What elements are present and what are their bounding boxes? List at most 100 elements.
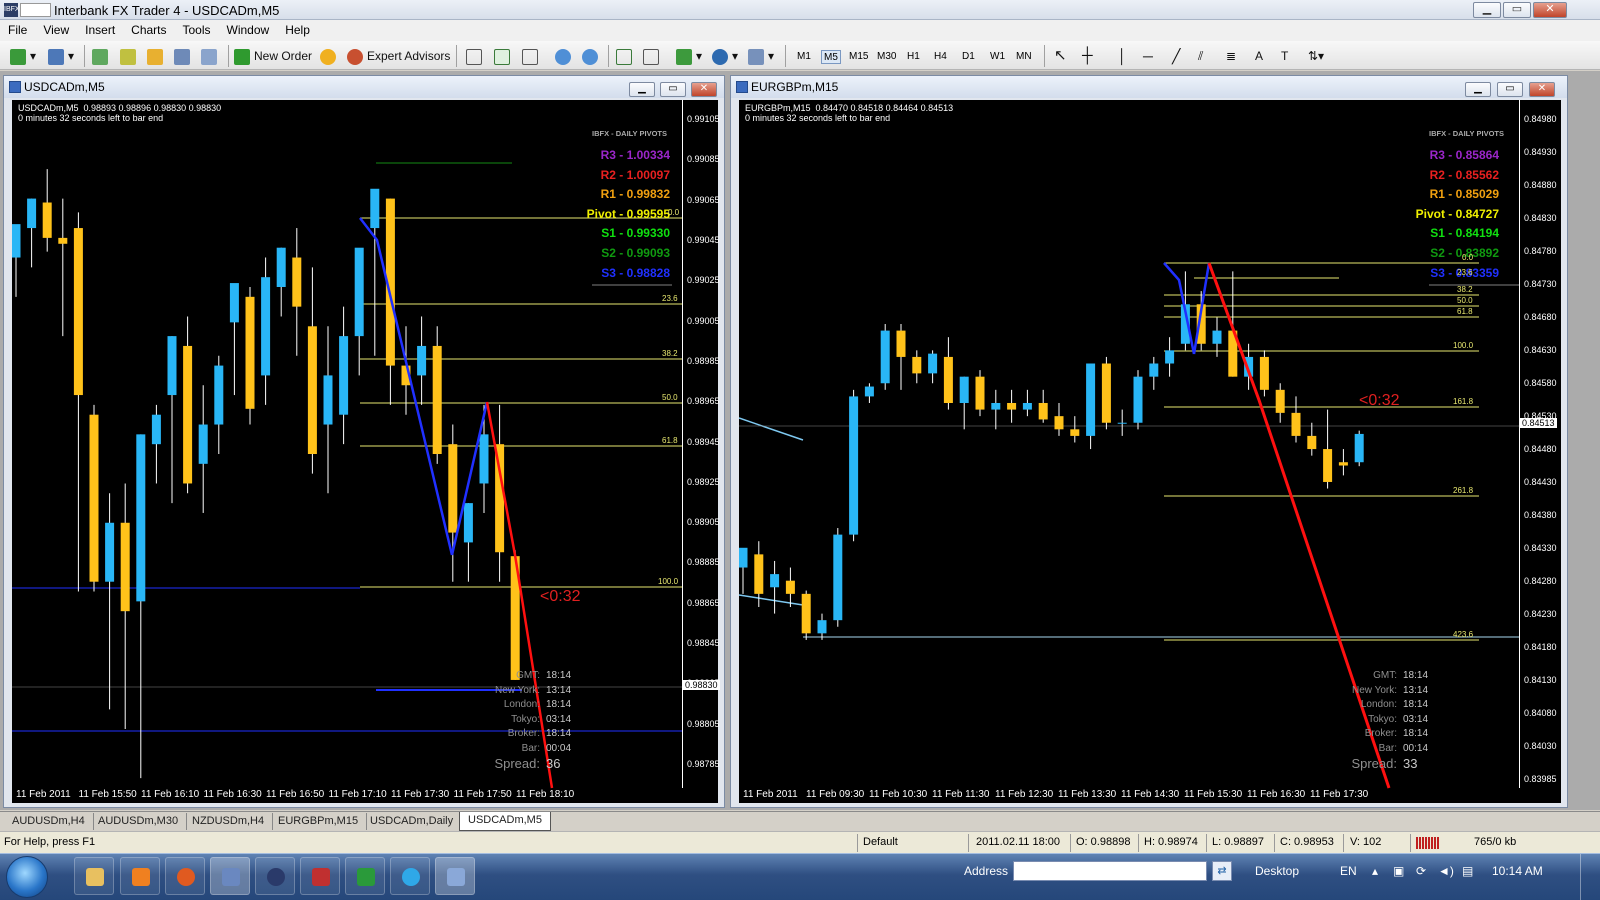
taskbar-explorer[interactable]	[74, 857, 114, 895]
fibonacci-tool[interactable]: ≣	[1226, 46, 1236, 66]
text-label-tool[interactable]: T	[1281, 46, 1288, 66]
timeframe-m1[interactable]: M1	[795, 50, 813, 64]
taskbar-skype[interactable]	[390, 857, 430, 895]
alert-button[interactable]	[320, 46, 340, 66]
timeframe-m15[interactable]: M15	[847, 50, 870, 64]
text-tool[interactable]: A	[1255, 46, 1263, 66]
menu-tools[interactable]: Tools	[175, 20, 219, 37]
price-tick-label: 0.98885	[687, 557, 720, 568]
navigator-button[interactable]	[120, 46, 140, 66]
chart-window-titlebar[interactable]: EURGBPm,M15 ▁ ▭ ✕	[731, 76, 1567, 98]
indicators-button[interactable]: ▾	[676, 46, 702, 66]
favorites-button[interactable]	[147, 46, 167, 66]
profiles-button[interactable]: ▾	[48, 46, 74, 66]
ohlc-line: USDCADm,M5 0.98893 0.98896 0.98830 0.988…	[18, 103, 222, 113]
timeframe-mn[interactable]: MN	[1014, 50, 1034, 64]
price-chart[interactable]: USDCADm,M5 0.98893 0.98896 0.98830 0.988…	[12, 100, 720, 803]
cursor-tool[interactable]: ↖	[1054, 46, 1067, 66]
clock-value: 03:14	[546, 713, 572, 725]
desktop-toolbar-label[interactable]: Desktop	[1255, 864, 1299, 878]
terminal-button[interactable]	[174, 46, 194, 66]
close-button[interactable]: ✕	[1533, 2, 1567, 18]
chart-minimize-button[interactable]: ▁	[1465, 82, 1491, 97]
chart-window-titlebar[interactable]: USDCADm,M5 ▁ ▭ ✕	[4, 76, 724, 98]
tray-expand-icon[interactable]: ▴	[1372, 864, 1378, 878]
price-tick-label: 0.84730	[1524, 279, 1557, 289]
trendline-tool[interactable]: ╱	[1172, 46, 1180, 66]
chart-maximize-button[interactable]: ▭	[1497, 82, 1523, 97]
taskbar-media-player[interactable]	[120, 857, 160, 895]
maximize-button[interactable]: ▭	[1503, 2, 1531, 18]
pivot-level-label: S2 - 0.83892	[1430, 245, 1499, 260]
language-indicator[interactable]: EN	[1340, 864, 1357, 878]
taskbar-firefox[interactable]	[165, 857, 205, 895]
tab-usdcad-m5[interactable]: USDCADm,M5	[459, 812, 551, 831]
periods-button[interactable]: ▾	[712, 46, 738, 66]
menu-window[interactable]: Window	[219, 20, 278, 37]
show-desktop-button[interactable]	[1580, 854, 1598, 900]
taskbar-app-wave[interactable]	[300, 857, 340, 895]
tray-sync-icon[interactable]: ⟳	[1416, 864, 1426, 878]
price-chart[interactable]: EURGBPm,M15 0.84470 0.84518 0.84464 0.84…	[739, 100, 1561, 803]
tab-audusd-h4[interactable]: AUDUSDm,H4	[4, 813, 94, 830]
candle-bear	[754, 554, 764, 594]
candle-bear	[1275, 389, 1285, 413]
timeframe-m5[interactable]: M5	[821, 50, 841, 64]
arrows-tool[interactable]: ⇅▾	[1308, 46, 1324, 66]
tab-usdcad-daily[interactable]: USDCADm,Daily	[362, 813, 463, 830]
taskbar-metatrader[interactable]	[210, 857, 250, 895]
crosshair-tool[interactable]: ┼	[1082, 46, 1093, 66]
tab-eurgbp-m15[interactable]: EURGBPm,M15	[270, 813, 368, 830]
tab-audusd-m30[interactable]: AUDUSDm,M30	[90, 813, 188, 830]
taskbar-td-app[interactable]	[345, 857, 385, 895]
network-icon[interactable]: ▤	[1462, 864, 1473, 878]
chart-shift-button[interactable]	[643, 46, 663, 66]
chart-window-eurgbp[interactable]: EURGBPm,M15 ▁ ▭ ✕ EURGBPm,M15 0.84470 0.…	[730, 75, 1568, 808]
menu-charts[interactable]: Charts	[123, 20, 174, 37]
templates-button[interactable]: ▾	[748, 46, 774, 66]
candle-bull	[1212, 330, 1222, 344]
line-chart-button[interactable]	[522, 46, 542, 66]
horizontal-line-tool[interactable]: ─	[1143, 46, 1153, 66]
taskbar-window[interactable]	[435, 857, 475, 895]
minimize-button[interactable]: ▁	[1473, 2, 1501, 18]
start-button[interactable]	[6, 856, 48, 898]
price-tick-label: 0.84880	[1524, 180, 1557, 190]
vertical-line-tool[interactable]: │	[1118, 46, 1127, 66]
volume-icon[interactable]: ◄)	[1438, 864, 1454, 878]
timeframe-h1[interactable]: H1	[905, 50, 922, 64]
taskbar-clock[interactable]: 10:14 AM	[1492, 864, 1543, 878]
timeframe-m30[interactable]: M30	[875, 50, 898, 64]
timeframe-h4[interactable]: H4	[932, 50, 949, 64]
fib-level-label: 38.2	[662, 349, 678, 358]
timeframe-d1[interactable]: D1	[960, 50, 977, 64]
bar-chart-button[interactable]	[466, 46, 486, 66]
menu-view[interactable]: View	[35, 20, 77, 37]
autoscroll-button[interactable]	[616, 46, 636, 66]
tray-device-icon[interactable]: ▣	[1393, 864, 1404, 878]
chart-window-usdcad[interactable]: USDCADm,M5 ▁ ▭ ✕ USDCADm,M5 0.98893 0.98…	[3, 75, 725, 808]
market-watch-button[interactable]	[92, 46, 112, 66]
tester-button[interactable]	[201, 46, 221, 66]
zoom-in-button[interactable]	[555, 46, 575, 66]
taskbar-app-globe[interactable]	[255, 857, 295, 895]
zoom-out-button[interactable]	[582, 46, 602, 66]
price-tick-label: 0.98965	[687, 396, 720, 407]
chart-close-button[interactable]: ✕	[1529, 82, 1555, 97]
chart-maximize-button[interactable]: ▭	[660, 82, 686, 97]
candle-chart-button[interactable]	[494, 46, 514, 66]
address-go-button[interactable]: ⇄	[1212, 861, 1232, 881]
address-input[interactable]	[1013, 861, 1207, 881]
new-order-button[interactable]: New Order	[234, 46, 312, 66]
tab-nzdusd-h4[interactable]: NZDUSDm,H4	[184, 813, 274, 830]
clock-value: 13:14	[546, 684, 572, 696]
timeframe-w1[interactable]: W1	[988, 50, 1007, 64]
equidistant-channel-tool[interactable]: ⫽	[1198, 46, 1203, 66]
expert-advisors-button[interactable]: Expert Advisors	[347, 46, 450, 66]
menu-file[interactable]: File	[0, 20, 35, 37]
menu-help[interactable]: Help	[277, 20, 318, 37]
new-chart-button[interactable]: ▾	[10, 46, 36, 66]
menu-insert[interactable]: Insert	[77, 20, 123, 37]
chart-minimize-button[interactable]: ▁	[629, 82, 655, 97]
chart-close-button[interactable]: ✕	[691, 82, 717, 97]
